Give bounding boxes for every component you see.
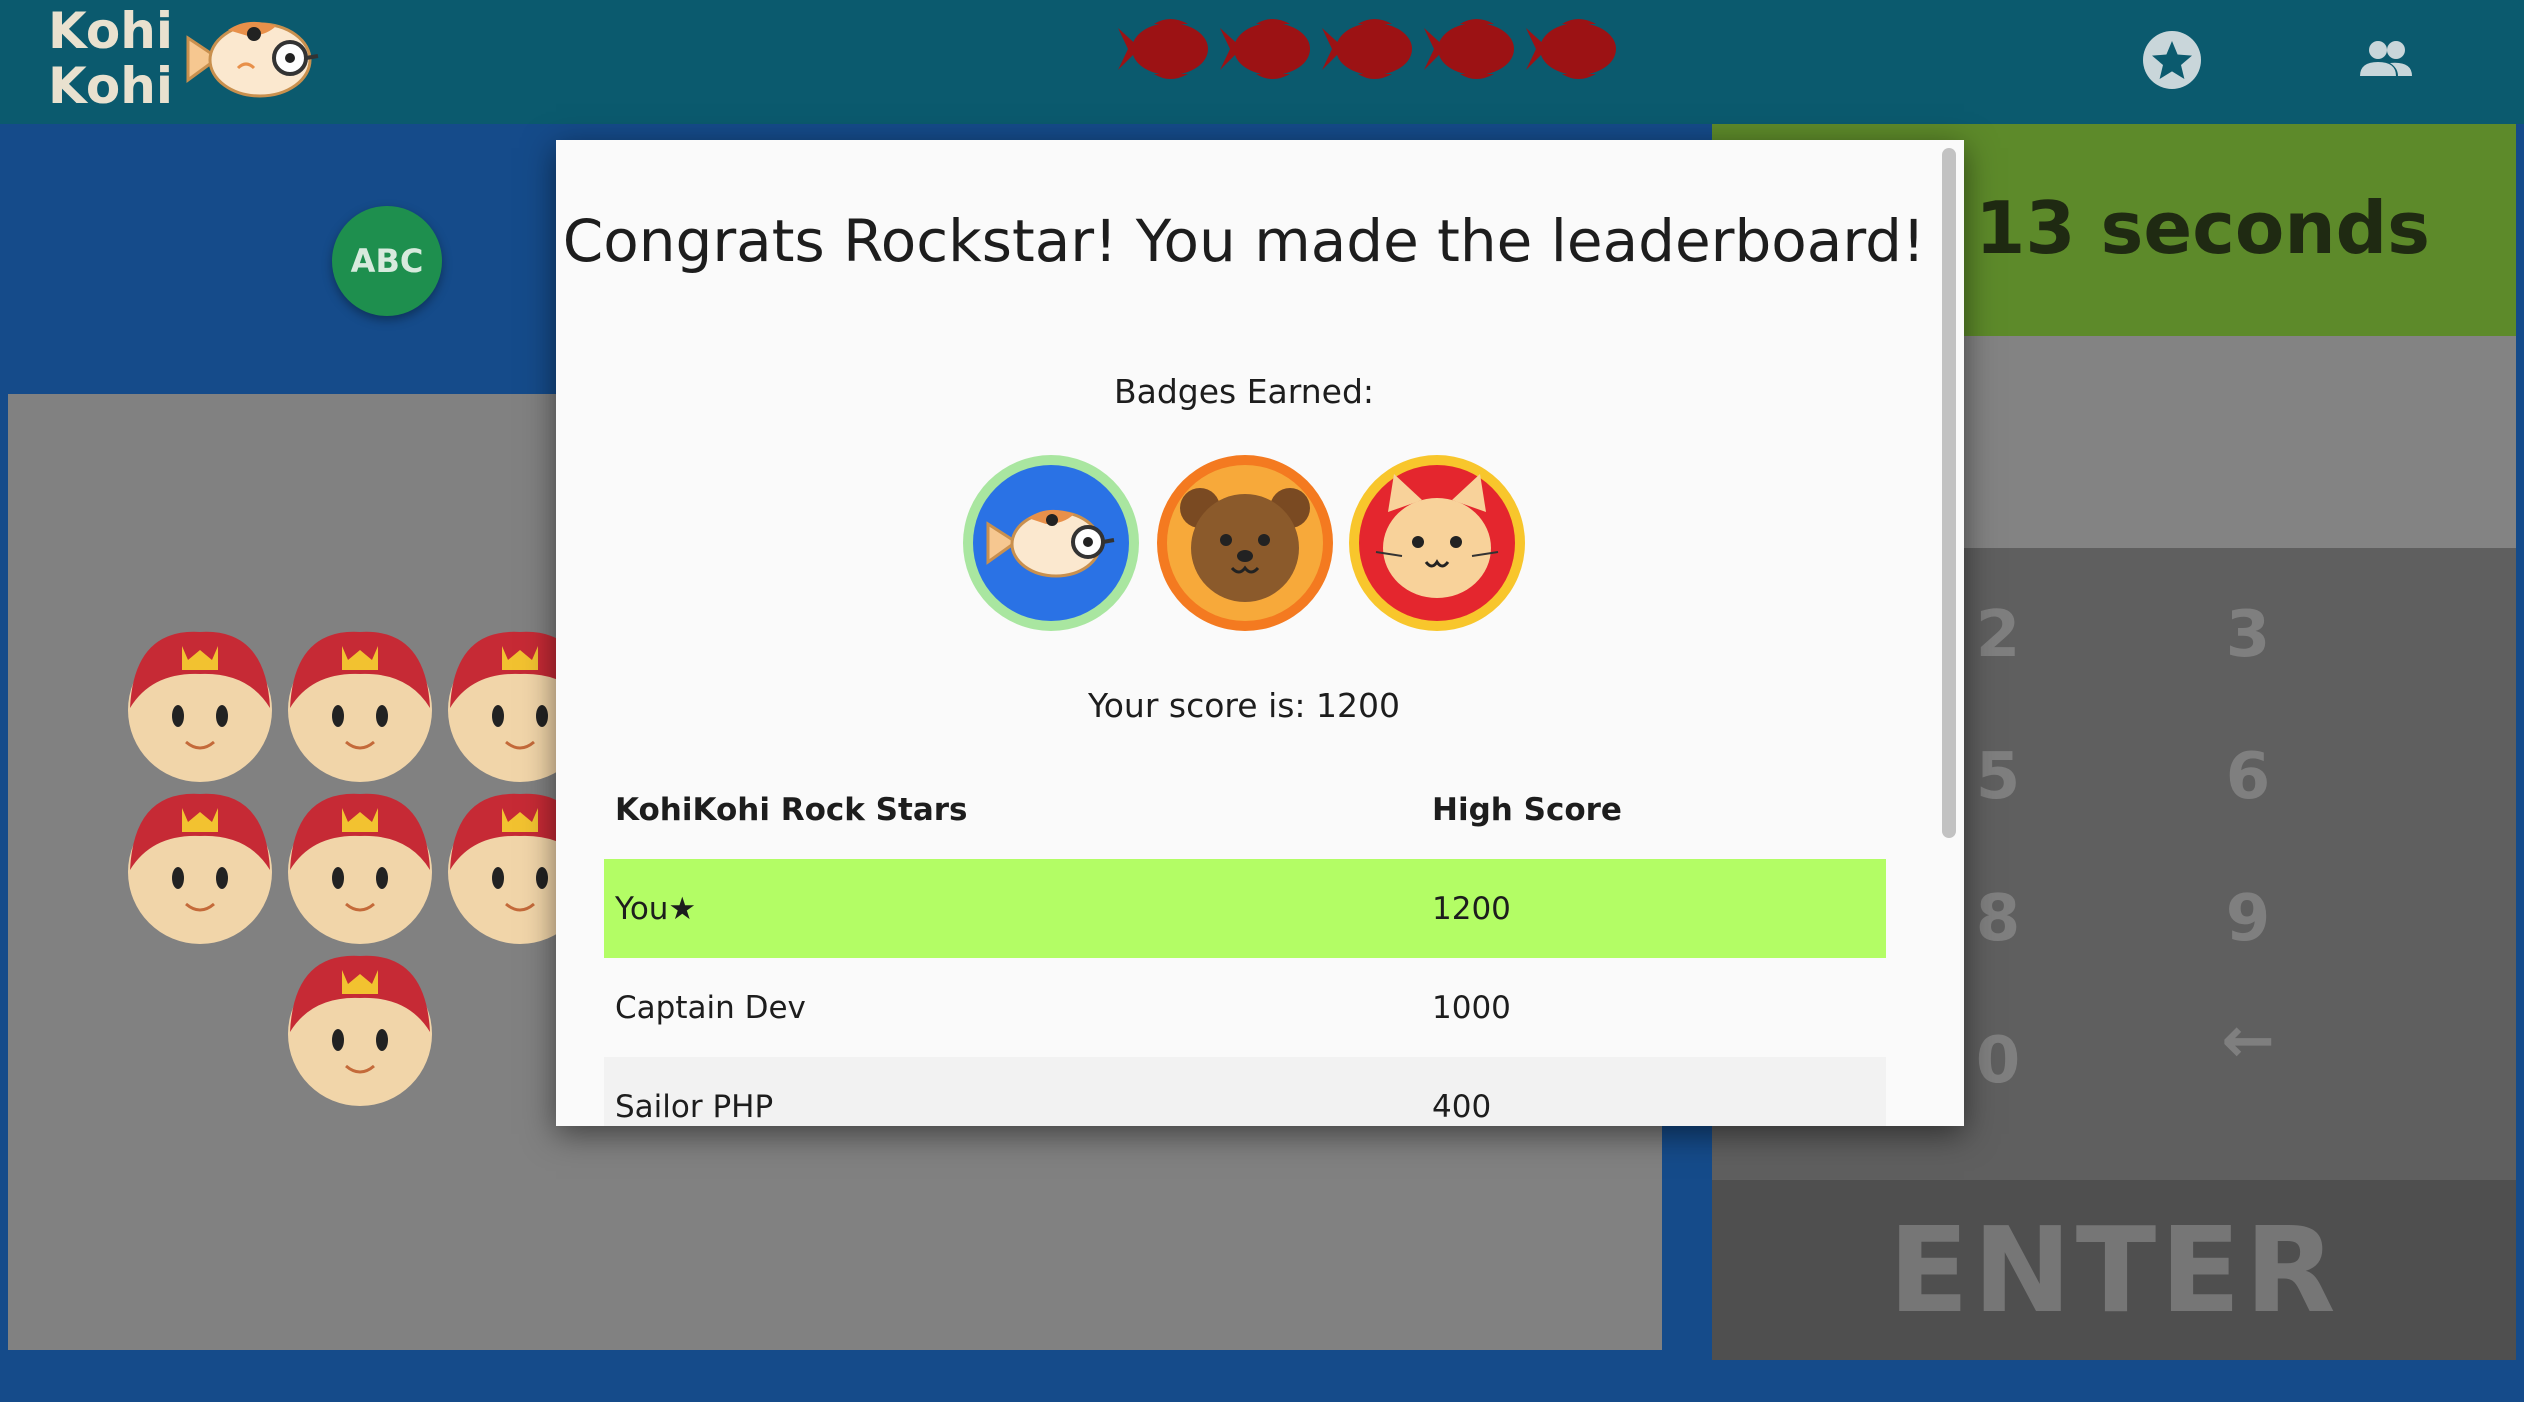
top-bar: Kohi Kohi [0,0,2524,124]
badges-row [960,452,1530,642]
row-name: Sailor PHP [615,1089,774,1125]
fish-life-icon [1526,19,1616,79]
column-header-score: High Score [1432,792,1622,828]
enter-button[interactable]: ENTER [1712,1180,2516,1360]
table-row: You★ 1200 [604,859,1886,958]
key-6[interactable]: 6 [2188,740,2308,814]
row-score: 400 [1432,1089,1492,1125]
face-icon [288,793,432,944]
face-icon [128,793,272,944]
bear-badge-icon [1157,455,1333,631]
counting-faces [128,631,580,1106]
backspace-key[interactable]: ← [2188,1004,2308,1078]
leaderboard-table: KohiKohi Rock Stars High Score You★ 1200… [604,760,1886,1126]
fish-life-icon [1220,19,1310,79]
table-header: KohiKohi Rock Stars High Score [604,760,1886,859]
fish-life-icon [1424,19,1514,79]
logo-text-line2: Kohi [48,57,173,115]
badges-label: Badges Earned: [1113,372,1375,411]
row-name: Captain Dev [615,990,806,1026]
leaderboard-modal: Congrats Rockstar! You made the leaderbo… [556,140,1964,1126]
score-text: Your score is: 1200 [1087,686,1401,725]
face-icon [288,955,432,1106]
row-score: 1200 [1432,891,1511,927]
key-3[interactable]: 3 [2188,598,2308,672]
logo-fish-icon [186,21,319,98]
table-row: Captain Dev 1000 [604,958,1886,1057]
modal-title: Congrats Rockstar! You made the leaderbo… [562,207,1926,275]
users-icon[interactable] [2354,28,2418,92]
row-score: 1000 [1432,990,1511,1026]
column-header-name: KohiKohi Rock Stars [615,792,968,828]
star-circle-icon[interactable] [2140,28,2204,92]
face-icon [128,631,272,782]
fish-badge-icon [963,455,1139,631]
logo-text-line1: Kohi [48,2,173,60]
timer-text: 13 seconds [1975,186,2430,270]
lives-indicator [1114,14,1624,84]
table-row: Sailor PHP 400 [604,1057,1886,1126]
abc-button[interactable]: ABC [332,206,442,316]
modal-scrollbar[interactable] [1942,148,1956,838]
logo[interactable]: Kohi Kohi [48,4,173,114]
row-name: You★ [615,891,697,927]
key-9[interactable]: 9 [2188,882,2308,956]
face-icon [288,631,432,782]
cat-badge-icon [1349,455,1525,631]
fish-life-icon [1118,19,1208,79]
fish-life-icon [1322,19,1412,79]
